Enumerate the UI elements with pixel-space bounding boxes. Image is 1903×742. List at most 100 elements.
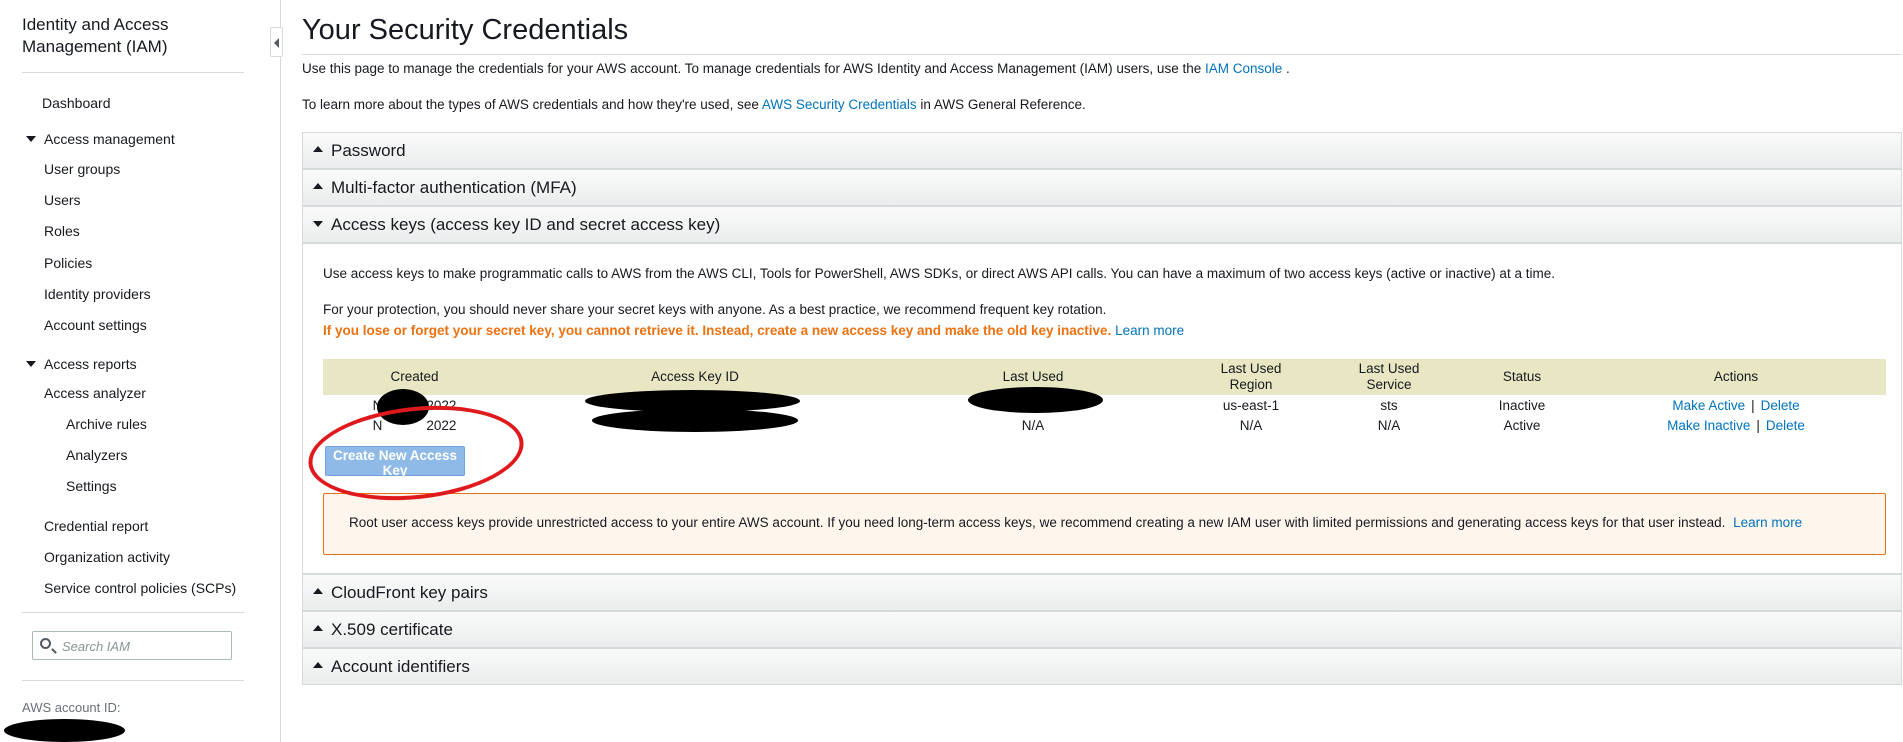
sidebar-item-account-settings[interactable]: Account settings bbox=[44, 317, 147, 333]
warning-line: If you lose or forget your secret key, y… bbox=[323, 323, 1184, 338]
sidebar-item-dashboard[interactable]: Dashboard bbox=[42, 95, 111, 111]
intro-suffix: . bbox=[1282, 61, 1290, 76]
delete-link[interactable]: Delete bbox=[1766, 418, 1805, 433]
caret-down-icon bbox=[26, 136, 36, 143]
caret-up-icon bbox=[313, 183, 323, 189]
sidebar: Identity and Access Management (IAM) Das… bbox=[0, 0, 281, 742]
cell-service: N/A bbox=[1377, 417, 1401, 433]
intro-suffix: in AWS General Reference. bbox=[916, 97, 1086, 112]
panel-header-access-keys[interactable]: Access keys (access key ID and secret ac… bbox=[303, 207, 1901, 243]
warning-text: If you lose or forget your secret key, y… bbox=[323, 323, 1112, 338]
column-header-status: Status bbox=[1502, 369, 1542, 384]
panel-title: Password bbox=[331, 141, 406, 160]
sidebar-item-identity-providers[interactable]: Identity providers bbox=[44, 286, 151, 302]
header-line: Region bbox=[1229, 377, 1273, 392]
panel-header-account-identifiers[interactable]: Account identifiers bbox=[303, 649, 1901, 685]
cell-actions: Make Active | Delete bbox=[1586, 395, 1886, 415]
column-header-actions: Actions bbox=[1713, 369, 1759, 384]
intro-text: To learn more about the types of AWS cre… bbox=[302, 97, 762, 112]
cell-status: Inactive bbox=[1498, 397, 1546, 413]
panel-title: CloudFront key pairs bbox=[331, 583, 488, 602]
sidebar-item-scps[interactable]: Service control policies (SCPs) bbox=[44, 580, 236, 596]
caret-up-icon bbox=[313, 146, 323, 152]
make-inactive-link[interactable]: Make Inactive bbox=[1667, 418, 1750, 433]
sidebar-divider bbox=[22, 72, 244, 73]
table-row: N2022 us-east-1 sts Inactive Make Active… bbox=[323, 395, 1886, 415]
sidebar-section-access-management[interactable]: Access management bbox=[26, 131, 175, 147]
search-box[interactable] bbox=[32, 631, 232, 660]
cell-region: us-east-1 bbox=[1222, 397, 1280, 413]
aws-security-credentials-link[interactable]: AWS Security Credentials bbox=[762, 97, 917, 112]
caret-down-icon bbox=[313, 221, 323, 227]
sidebar-item-access-analyzer[interactable]: Access analyzer bbox=[44, 385, 146, 401]
sidebar-item-organization-activity[interactable]: Organization activity bbox=[44, 549, 170, 565]
panel-cloudfront: CloudFront key pairs bbox=[302, 574, 1902, 611]
search-icon bbox=[40, 638, 51, 649]
alert-message: Root user access keys provide unrestrict… bbox=[349, 515, 1802, 530]
protection-text: For your protection, you should never sh… bbox=[323, 302, 1107, 317]
table-row: N 2022 N/A N/A N/A Active Make Inactive | D… bbox=[323, 415, 1886, 435]
panel-title: X.509 certificate bbox=[331, 620, 453, 639]
redaction-mark bbox=[4, 719, 125, 742]
header-line: Last Used bbox=[1220, 361, 1282, 376]
intro-paragraph-2: To learn more about the types of AWS cre… bbox=[302, 97, 1086, 112]
panel-header-mfa[interactable]: Multi-factor authentication (MFA) bbox=[303, 170, 1901, 206]
redaction-mark bbox=[968, 387, 1103, 413]
redaction-mark bbox=[592, 409, 798, 432]
panel-header-cloudfront[interactable]: CloudFront key pairs bbox=[303, 575, 1901, 611]
panel-account-identifiers: Account identifiers bbox=[302, 648, 1902, 685]
alert-learn-more-link[interactable]: Learn more bbox=[1733, 515, 1802, 530]
access-keys-description: Use access keys to make programmatic cal… bbox=[323, 266, 1555, 281]
created-prefix: N bbox=[372, 417, 383, 433]
sidebar-title[interactable]: Identity and Access Management (IAM) bbox=[22, 14, 222, 58]
sidebar-item-policies[interactable]: Policies bbox=[44, 255, 92, 271]
intro-text: Use this page to manage the credentials … bbox=[302, 61, 1205, 76]
sidebar-item-archive-rules[interactable]: Archive rules bbox=[66, 416, 147, 432]
caret-up-icon bbox=[313, 662, 323, 668]
sidebar-section-access-reports[interactable]: Access reports bbox=[26, 356, 137, 372]
sidebar-divider bbox=[22, 612, 244, 613]
redaction-mark bbox=[377, 389, 429, 425]
header-line: Service bbox=[1366, 377, 1412, 392]
column-header-created: Created bbox=[390, 369, 439, 384]
caret-up-icon bbox=[313, 625, 323, 631]
make-active-link[interactable]: Make Active bbox=[1672, 398, 1745, 413]
column-header-last-used-region: Last Used Region bbox=[1182, 359, 1320, 395]
header-line: Last Used bbox=[1358, 361, 1420, 376]
cell-status: Active bbox=[1503, 417, 1541, 433]
cell-region: N/A bbox=[1239, 417, 1263, 433]
sidebar-item-analyzer-settings[interactable]: Settings bbox=[66, 478, 117, 494]
table-header-row: Created Access Key ID Last Used Last Use… bbox=[323, 359, 1886, 395]
access-keys-content: Use access keys to make programmatic cal… bbox=[302, 244, 1902, 574]
cell-service: sts bbox=[1380, 397, 1398, 413]
panel-title: Access keys (access key ID and secret ac… bbox=[331, 215, 721, 234]
panel-header-password[interactable]: Password bbox=[303, 133, 1901, 169]
sidebar-item-analyzers[interactable]: Analyzers bbox=[66, 447, 127, 463]
created-suffix: 2022 bbox=[426, 417, 457, 433]
create-new-access-key-button[interactable]: Create New Access Key bbox=[325, 446, 465, 478]
cell-actions: Make Inactive | Delete bbox=[1586, 415, 1886, 435]
panel-header-x509[interactable]: X.509 certificate bbox=[303, 612, 1901, 648]
sidebar-item-users[interactable]: Users bbox=[44, 192, 81, 208]
account-id-label: AWS account ID: bbox=[22, 700, 121, 715]
created-suffix: 2022 bbox=[426, 397, 457, 413]
sidebar-item-roles[interactable]: Roles bbox=[44, 223, 80, 239]
action-separator: | bbox=[1751, 397, 1755, 413]
alert-text: Root user access keys provide unrestrict… bbox=[349, 515, 1726, 530]
page-title: Your Security Credentials bbox=[302, 14, 629, 46]
delete-link[interactable]: Delete bbox=[1761, 398, 1800, 413]
collapse-sidebar-button[interactable] bbox=[270, 27, 283, 57]
panel-title: Account identifiers bbox=[331, 657, 470, 676]
iam-console-link[interactable]: IAM Console bbox=[1205, 61, 1282, 76]
sidebar-section-label: Access reports bbox=[44, 356, 137, 372]
sidebar-divider bbox=[22, 680, 244, 681]
column-header-last-used-service: Last Used Service bbox=[1320, 359, 1458, 395]
search-input[interactable] bbox=[60, 635, 224, 657]
panel-title: Multi-factor authentication (MFA) bbox=[331, 178, 577, 197]
intro-paragraph-1: Use this page to manage the credentials … bbox=[302, 61, 1290, 76]
sidebar-item-user-groups[interactable]: User groups bbox=[44, 161, 120, 177]
action-separator: | bbox=[1756, 417, 1760, 433]
learn-more-link[interactable]: Learn more bbox=[1115, 323, 1184, 338]
caret-up-icon bbox=[313, 588, 323, 594]
sidebar-item-credential-report[interactable]: Credential report bbox=[44, 518, 148, 534]
